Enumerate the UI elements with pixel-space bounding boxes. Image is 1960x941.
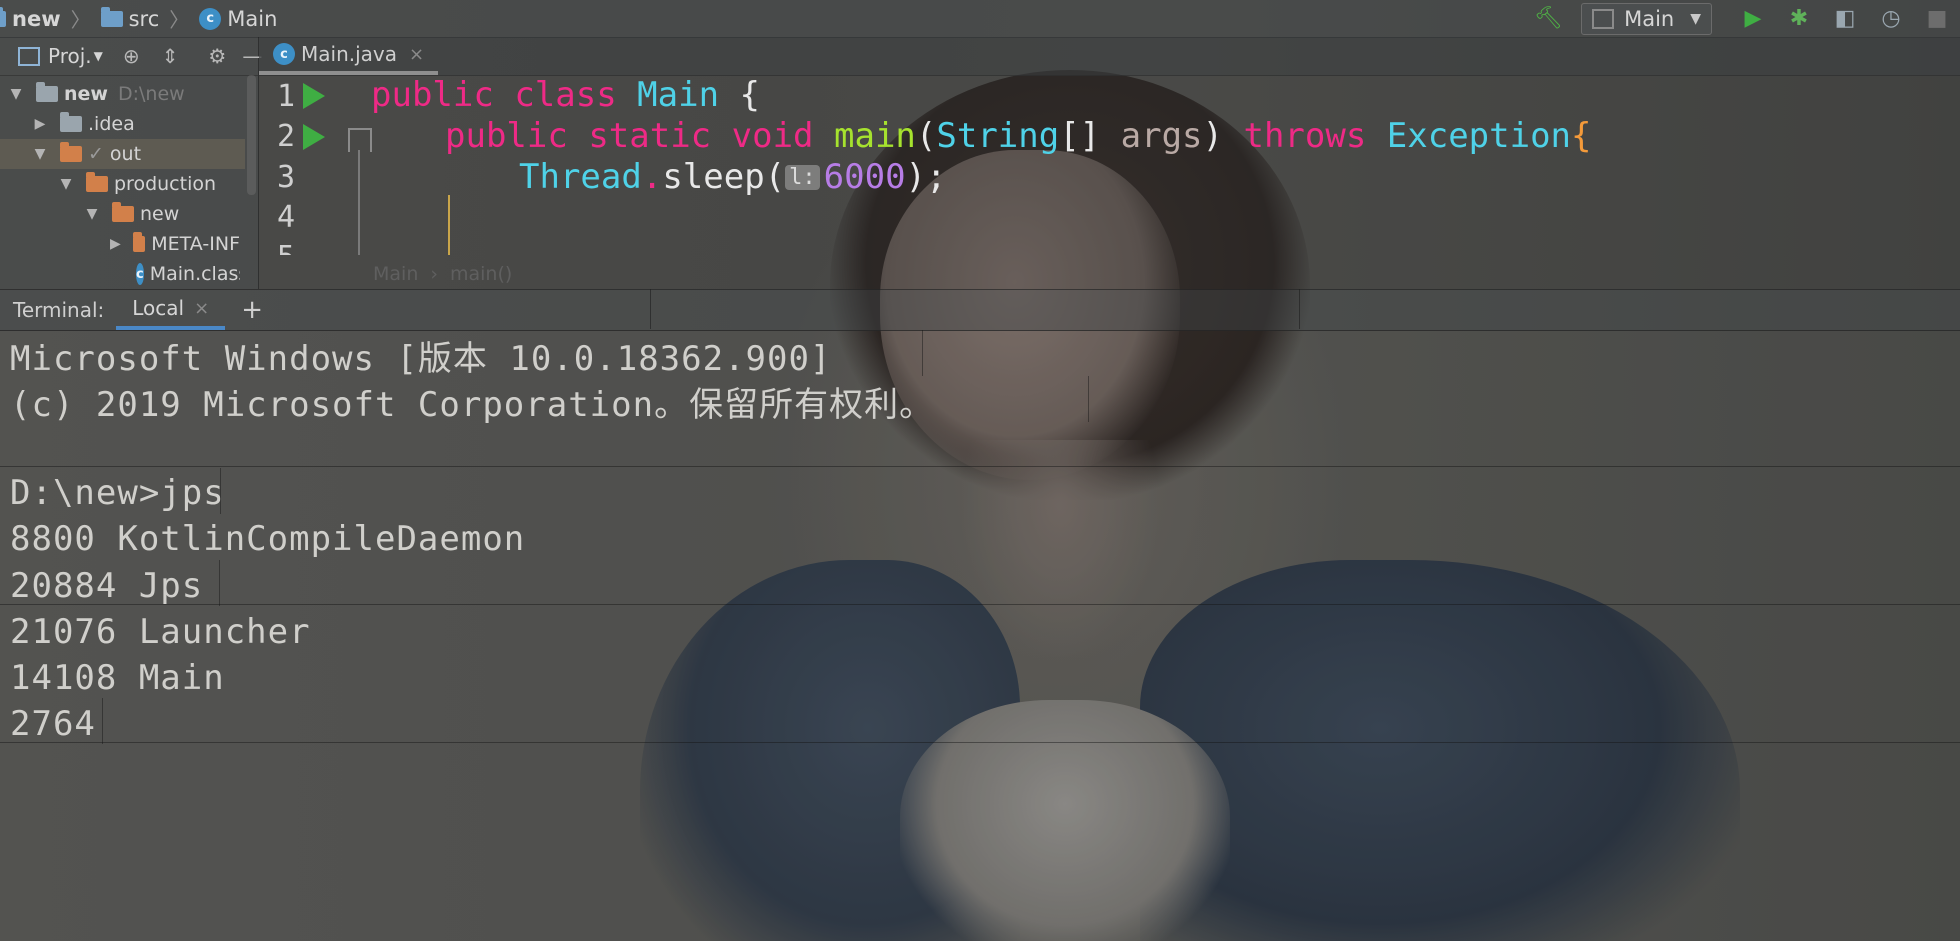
terminal-toolbar: Terminal: Local × +: [0, 289, 1960, 331]
chevron-down-icon: ▼: [93, 49, 103, 63]
class-file-icon: c: [136, 263, 144, 285]
line-number: 1: [276, 79, 295, 114]
line-number: 3: [276, 160, 295, 195]
render-artifact-line: [0, 742, 1960, 743]
divider: [650, 289, 651, 329]
fold-guide: [358, 150, 360, 255]
folder-icon: [112, 202, 134, 222]
breadcrumb-separator: 〉: [169, 8, 190, 32]
project-panel-header: Proj. ▼ ⊕ ⇕ ⚙ —: [0, 37, 262, 76]
run-gutter-icon[interactable]: [303, 83, 325, 109]
code-line-3: Thread. sleep(l: 6000);: [519, 157, 947, 197]
tree-item-idea[interactable]: ▶ .idea: [32, 109, 277, 139]
project-view-selector[interactable]: Proj. ▼: [18, 44, 103, 68]
gear-icon[interactable]: ⚙: [208, 44, 226, 68]
debug-bug-icon[interactable]: ✱: [1784, 4, 1814, 34]
tab-local[interactable]: Local ×: [116, 290, 226, 330]
folder-icon: [60, 112, 82, 132]
folder-icon: [132, 232, 146, 252]
breadcrumb-item-src[interactable]: src: [100, 6, 159, 31]
run-configuration-select[interactable]: Main ▼: [1581, 2, 1712, 35]
terminal-line: 21076 Launcher: [10, 612, 311, 652]
locate-crosshair-icon[interactable]: ⊕: [123, 44, 140, 68]
render-artifact-line: [220, 468, 221, 514]
line-number: 5: [259, 240, 295, 255]
tree-item-new[interactable]: ▼ new D:\new: [8, 79, 253, 109]
coverage-icon[interactable]: ◧: [1830, 4, 1860, 34]
code-line-2: public static void main(String[] args) t…: [445, 116, 1592, 156]
folder-icon: [100, 6, 123, 27]
terminal-cursor: [102, 698, 103, 744]
project-panel: Proj. ▼ ⊕ ⇕ ⚙ — ▼ new D:\new ▶ .idea ▼ ✓…: [0, 37, 262, 289]
breadcrumb-item-main[interactable]: c Main: [199, 7, 277, 31]
build-hammer-icon[interactable]: 🔨︎: [1533, 4, 1563, 34]
run-gutter-icon[interactable]: [303, 124, 325, 150]
terminal-line: D:\new>jps: [10, 473, 225, 513]
divider: [1299, 289, 1300, 329]
project-window-icon: [18, 46, 40, 66]
code-editor: c Main.java × 1 2 3 4 5 public class Mai…: [259, 37, 1960, 289]
class-icon: c: [199, 7, 222, 30]
terminal-line: Microsoft Windows [版本 10.0.18362.900]: [10, 338, 832, 379]
tab-main-java[interactable]: c Main.java ×: [259, 37, 439, 75]
project-scrollbar[interactable]: [247, 75, 256, 195]
excluded-folder-icon: [60, 142, 82, 162]
terminal-line: 20884 Jps: [10, 566, 204, 606]
add-terminal-icon[interactable]: +: [241, 295, 263, 325]
tree-item-meta-inf[interactable]: ▶ META-INF: [110, 229, 240, 259]
terminal-line: (c) 2019 Microsoft Corporation。保留所有权利。: [10, 384, 935, 425]
close-icon[interactable]: ×: [409, 44, 424, 65]
indent-guide: [448, 195, 450, 255]
parameter-hint: l:: [785, 164, 820, 190]
code-area[interactable]: 1 2 3 4 5 public class Main { public sta…: [259, 75, 1960, 255]
terminal-line: 8800 KotlinCompileDaemon: [10, 519, 526, 559]
render-artifact-line: [0, 466, 1960, 467]
editor-tabs: c Main.java ×: [259, 37, 1960, 76]
editor-breadcrumb: Main › main(): [373, 263, 513, 285]
stop-icon[interactable]: ■: [1922, 4, 1952, 34]
chevron-down-icon: ▼: [1690, 10, 1701, 27]
breadcrumb-separator: 〉: [70, 8, 91, 32]
navigation-bar: new 〉 src 〉 c Main 🔨︎ Main ▼ ▶ ✱ ◧ ◷ ■: [0, 0, 1960, 38]
run-config-icon: [1592, 8, 1615, 29]
breadcrumb-item-new[interactable]: new: [0, 6, 61, 31]
tree-item-main-class[interactable]: c Main.class: [136, 259, 240, 289]
terminal-label: Terminal:: [13, 298, 105, 322]
folder-icon: [0, 6, 6, 27]
code-line-1: public class Main {: [371, 75, 760, 115]
render-artifact-line: [1088, 376, 1089, 422]
module-folder-icon: [36, 82, 58, 102]
profile-icon[interactable]: ◷: [1876, 4, 1906, 34]
excluded-check-icon: ✓: [88, 143, 104, 165]
class-icon: c: [273, 43, 295, 65]
terminal-line: 2764: [10, 704, 96, 744]
terminal-output[interactable]: Microsoft Windows [版本 10.0.18362.900] (c…: [0, 330, 1960, 941]
line-number: 4: [276, 200, 295, 235]
run-icon[interactable]: ▶: [1738, 4, 1768, 34]
line-number: 2: [276, 119, 295, 154]
render-artifact-line: [0, 604, 1960, 605]
close-icon[interactable]: ×: [194, 298, 209, 319]
folder-icon: [86, 172, 108, 192]
tree-item-out[interactable]: ▼ ✓ out: [0, 139, 245, 169]
fold-marker-icon[interactable]: [348, 128, 372, 152]
collapse-all-icon[interactable]: ⇕: [162, 44, 179, 68]
render-artifact-line: [922, 330, 923, 376]
terminal-line: 14108 Main: [10, 658, 225, 698]
render-artifact-line: [219, 560, 220, 606]
